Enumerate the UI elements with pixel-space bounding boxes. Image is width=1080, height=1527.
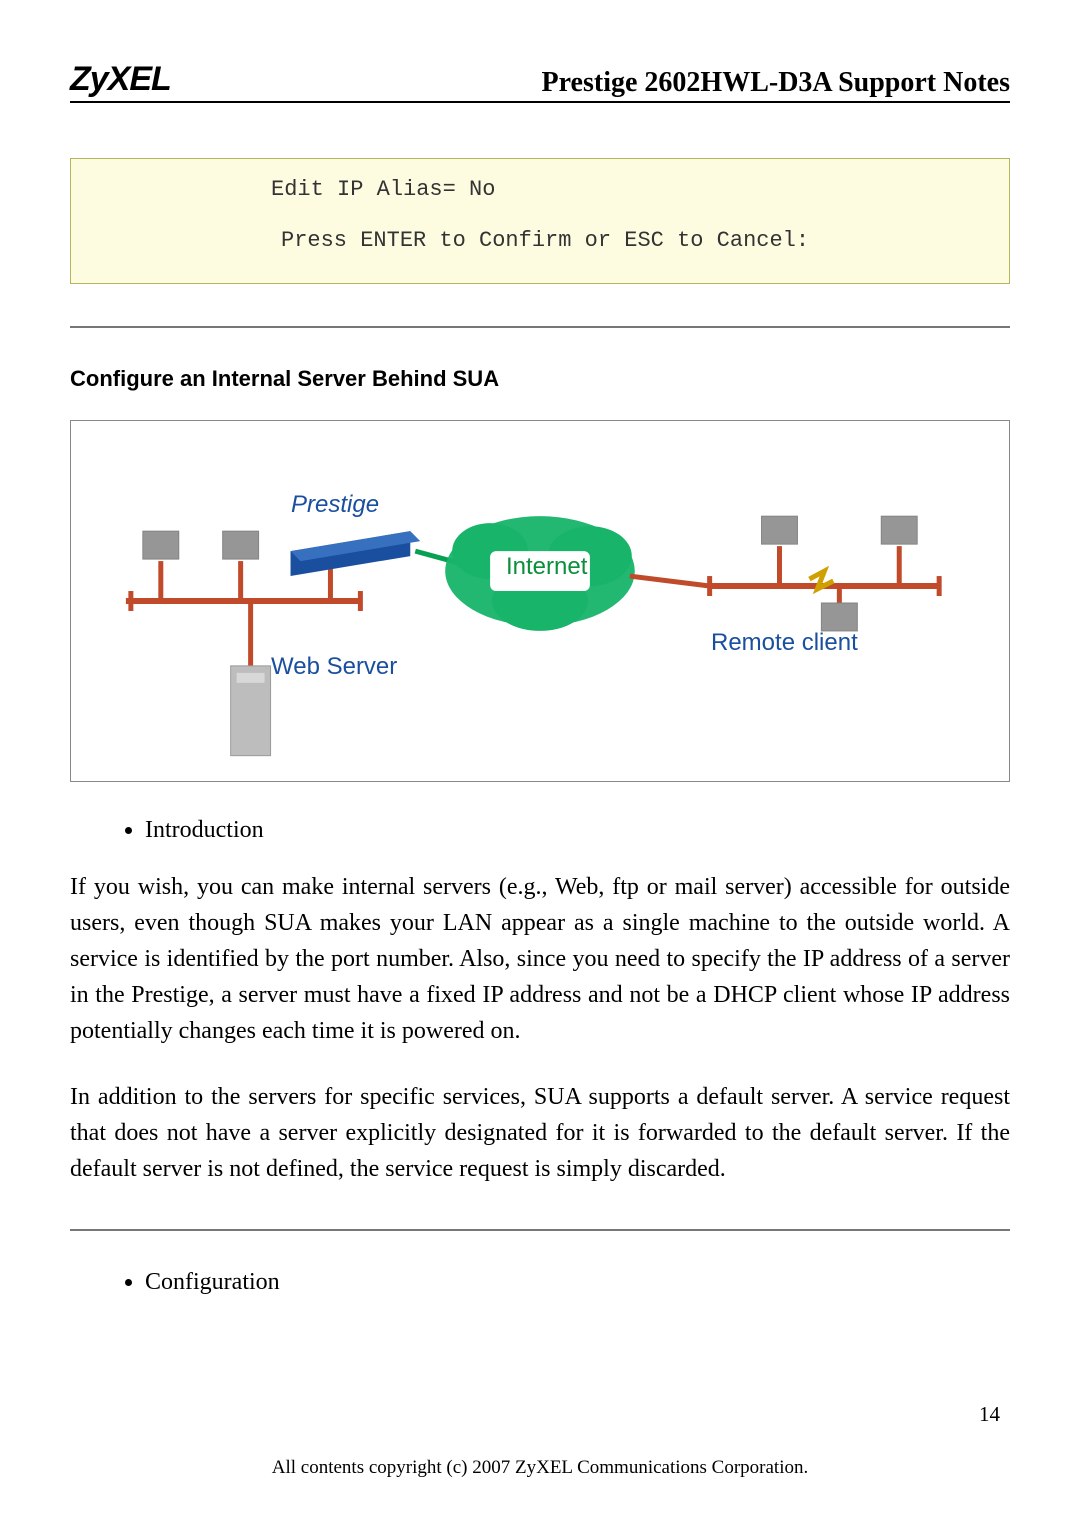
paragraph-2: In addition to the servers for specific … bbox=[70, 1079, 1010, 1187]
logo: ZyXEL bbox=[70, 60, 171, 99]
copyright: All contents copyright (c) 2007 ZyXEL Co… bbox=[272, 1457, 808, 1478]
footer: All contents copyright (c) 2007 ZyXEL Co… bbox=[0, 1457, 1080, 1479]
section-heading: Configure an Internal Server Behind SUA bbox=[70, 366, 1010, 392]
page-number: 14 bbox=[979, 1402, 1000, 1427]
diagram-label-webserver: Web Server bbox=[271, 653, 397, 681]
network-diagram: Prestige Internet Remote client Web Serv… bbox=[70, 420, 1010, 782]
page: ZyXEL Prestige 2602HWL-D3A Support Notes… bbox=[0, 0, 1080, 1296]
diagram-label-prestige: Prestige bbox=[291, 491, 379, 519]
page-title: Prestige 2602HWL-D3A Support Notes bbox=[542, 67, 1010, 99]
paragraph-1: If you wish, you can make internal serve… bbox=[70, 869, 1010, 1049]
bullet-introduction: Introduction bbox=[145, 817, 1010, 844]
diagram-label-remote: Remote client bbox=[711, 629, 858, 657]
diagram-svg bbox=[71, 421, 1009, 781]
terminal-box: Edit IP Alias= No Press ENTER to Confirm… bbox=[70, 158, 1010, 284]
diagram-label-internet: Internet bbox=[506, 553, 587, 581]
bullet-configuration: Configuration bbox=[145, 1269, 1010, 1296]
divider-2 bbox=[70, 1229, 1010, 1231]
terminal-line-1: Edit IP Alias= No bbox=[71, 177, 1009, 202]
terminal-line-2: Press ENTER to Confirm or ESC to Cancel: bbox=[71, 228, 1009, 253]
bullet-list-2: Configuration bbox=[145, 1269, 1010, 1296]
divider bbox=[70, 326, 1010, 328]
page-header: ZyXEL Prestige 2602HWL-D3A Support Notes bbox=[70, 60, 1010, 103]
bullet-list-1: Introduction bbox=[145, 817, 1010, 844]
